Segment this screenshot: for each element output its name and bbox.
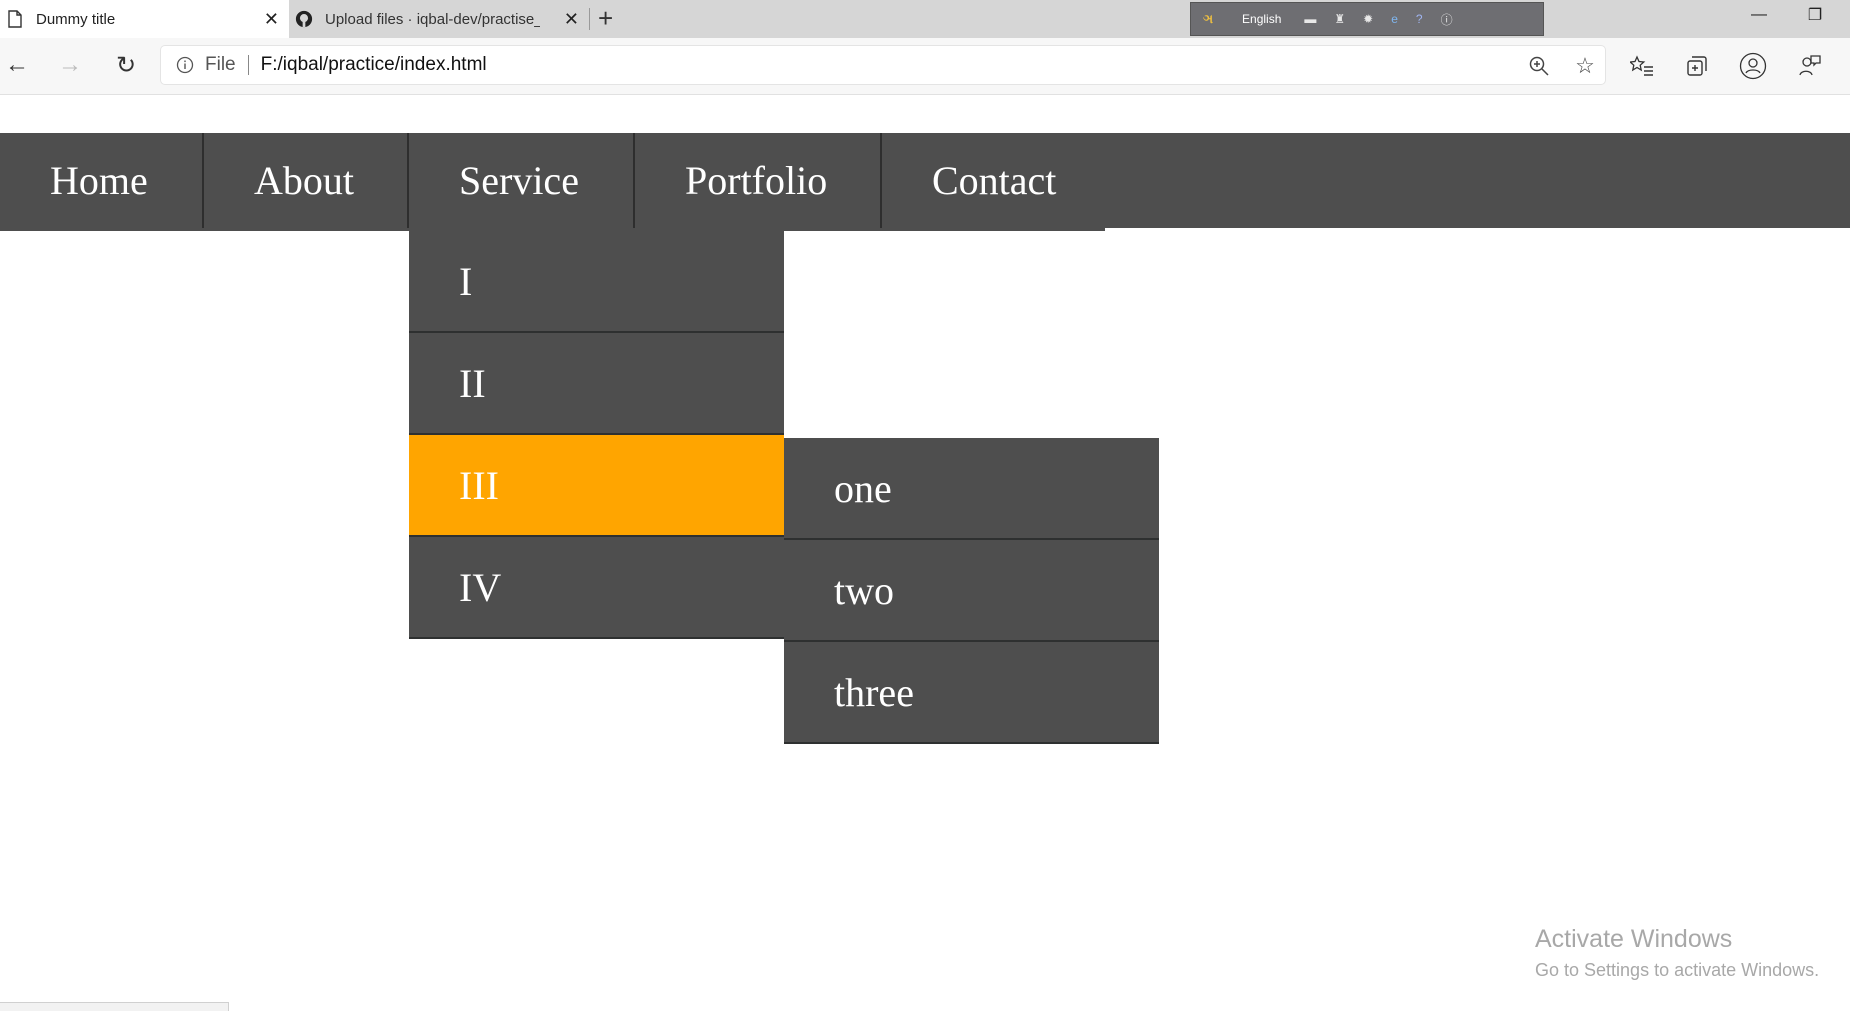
tab-title: Dummy title — [36, 10, 116, 28]
activate-windows-watermark: Activate Windows Go to Settings to activ… — [1535, 925, 1819, 981]
nav-item-label: Portfolio — [685, 158, 828, 203]
nav-item-contact[interactable]: Contact — [882, 133, 1105, 228]
nav-item-about[interactable]: About — [204, 133, 409, 228]
tab-dummy-title[interactable]: Dummy title ✕ — [0, 0, 289, 38]
dropdown-item-ii[interactable]: II — [409, 333, 784, 435]
nav-item-label: Service — [459, 158, 579, 203]
page-icon — [6, 9, 24, 29]
service-dropdown: I II III IV — [409, 231, 784, 639]
tab-title: Upload files · iqbal-dev/practise_ — [325, 10, 540, 28]
url-scheme: File — [205, 54, 236, 75]
info-icon[interactable] — [175, 55, 195, 75]
main-navbar: Home About Service Portfolio Contact — [0, 133, 1850, 228]
ime-logo-icon[interactable]: ઞ — [1203, 12, 1213, 27]
submenu-item-three[interactable]: three — [784, 642, 1159, 744]
nav-item-label: About — [254, 158, 354, 203]
submenu-item-label: one — [834, 465, 892, 511]
submenu-item-two[interactable]: two — [784, 540, 1159, 642]
address-bar[interactable]: File F:/iqbal/practice/index.html ☆ — [161, 46, 1605, 84]
favorites-list-icon[interactable] — [1628, 52, 1656, 80]
ime-ie-icon[interactable]: e — [1391, 12, 1398, 26]
restore-icon[interactable]: ❐ — [1792, 0, 1838, 30]
watermark-subtitle: Go to Settings to activate Windows. — [1535, 960, 1820, 980]
submenu-item-one[interactable]: one — [784, 438, 1159, 540]
tab-divider — [589, 8, 590, 30]
nav-item-service[interactable]: Service — [409, 133, 635, 228]
dropdown-item-iii[interactable]: III — [409, 435, 784, 537]
refresh-icon[interactable]: ↻ — [109, 48, 143, 82]
ime-brush-icon[interactable]: ♜ — [1334, 12, 1345, 26]
close-tab-icon[interactable]: ✕ — [264, 9, 279, 29]
profile-icon[interactable] — [1739, 52, 1767, 80]
dropdown-item-iv[interactable]: IV — [409, 537, 784, 639]
forward-icon[interactable]: → — [53, 48, 87, 82]
tab-strip: Dummy title ✕ Upload files · iqbal-dev/p… — [0, 0, 1850, 38]
ime-language-selector[interactable]: English — [1242, 12, 1281, 26]
dropdown-item-i[interactable]: I — [409, 231, 784, 333]
nav-item-home[interactable]: Home — [0, 133, 204, 228]
nested-submenu: one two three — [784, 438, 1159, 744]
minimize-icon[interactable]: — — [1736, 0, 1782, 30]
dropdown-item-label: I — [459, 258, 473, 304]
watermark-title: Activate Windows — [1535, 925, 1733, 953]
dropdown-item-label: III — [459, 462, 499, 508]
tab-upload-files[interactable]: Upload files · iqbal-dev/practise_ ✕ — [289, 0, 589, 38]
zoom-icon[interactable] — [1527, 54, 1551, 78]
submenu-item-label: two — [834, 567, 894, 613]
ime-info-icon[interactable]: ⓘ — [1441, 11, 1453, 28]
favorite-star-icon[interactable]: ☆ — [1573, 53, 1597, 78]
nav-item-portfolio[interactable]: Portfolio — [635, 133, 882, 228]
github-icon — [295, 9, 313, 29]
ime-help-icon[interactable]: ? — [1416, 12, 1423, 26]
feedback-icon[interactable] — [1796, 52, 1824, 80]
dropdown-item-label: IV — [459, 564, 502, 610]
back-icon[interactable]: ← — [0, 48, 34, 82]
close-tab-icon[interactable]: ✕ — [564, 9, 579, 29]
ime-keyboard-icon[interactable]: ▬ — [1304, 12, 1316, 26]
new-tab-icon[interactable]: + — [598, 4, 613, 32]
url-divider — [247, 55, 249, 75]
url-text[interactable]: F:/iqbal/practice/index.html — [261, 54, 487, 76]
dropdown-item-label: II — [459, 360, 486, 406]
nav-item-label: Home — [50, 158, 148, 203]
ime-toolbar: ઞ English ▬ ♜ ✹ e ? ⓘ — [1190, 2, 1544, 36]
browser-toolbar: ← → ↻ File F:/iqbal/practice/index.html … — [0, 38, 1850, 95]
ime-settings-icon[interactable]: ✹ — [1363, 12, 1373, 26]
nav-item-label: Contact — [932, 158, 1057, 203]
submenu-item-label: three — [834, 669, 914, 715]
collections-icon[interactable] — [1683, 52, 1711, 80]
